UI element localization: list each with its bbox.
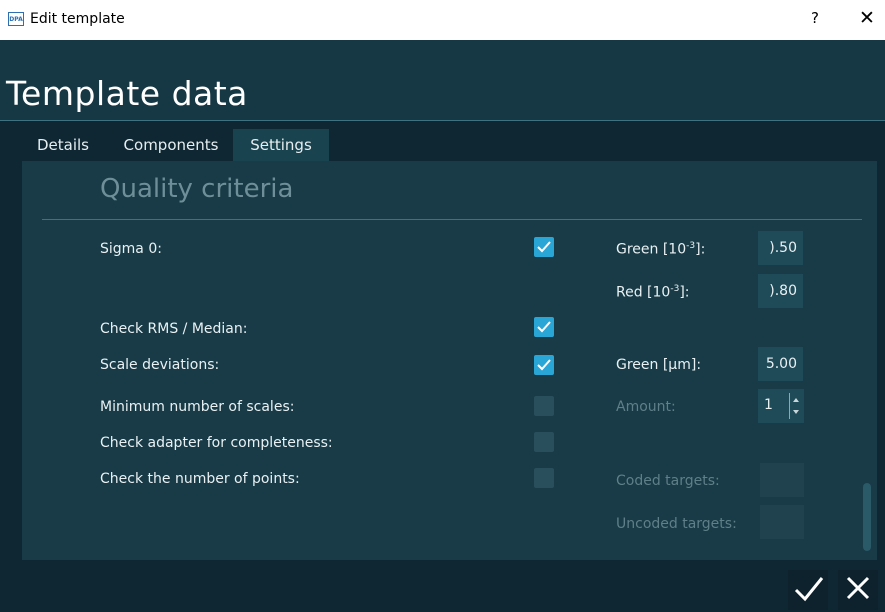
green-threshold-label: Green [10-3]: [616, 241, 705, 258]
check-points-checkbox[interactable] [534, 468, 554, 488]
help-button[interactable]: ? [805, 9, 825, 31]
spin-arrows[interactable] [789, 393, 800, 419]
check-points-label: Check the number of points: [100, 471, 300, 487]
red-label-exponent: -3 [670, 284, 680, 294]
green-label-exponent: -3 [686, 241, 696, 251]
amount-label: Amount: [616, 399, 676, 415]
tab-details[interactable]: Details [27, 129, 99, 161]
uncoded-targets-input[interactable] [760, 505, 804, 539]
scale-deviations-label: Scale deviations: [100, 357, 220, 373]
green-um-label: Green [µm]: [616, 357, 702, 373]
sigma0-label: Sigma 0: [100, 241, 162, 257]
uncoded-targets-label: Uncoded targets: [616, 516, 737, 532]
tab-components[interactable]: Components [109, 129, 233, 161]
red-label-prefix: Red [10 [616, 284, 671, 301]
amount-spinbox[interactable]: 1 [758, 389, 804, 423]
sigma0-checkbox[interactable] [534, 237, 554, 257]
spin-down-icon[interactable] [793, 410, 799, 414]
page-title: Template data [6, 74, 248, 113]
coded-targets-label: Coded targets: [616, 473, 720, 489]
red-label-suffix: ]: [679, 284, 690, 301]
green-threshold-input[interactable]: ).50 [758, 231, 803, 265]
spin-up-icon[interactable] [793, 398, 799, 402]
cancel-button[interactable] [838, 570, 878, 610]
check-icon [794, 577, 824, 602]
check-adapter-checkbox[interactable] [534, 432, 554, 452]
green-label-suffix: ]: [695, 241, 706, 258]
window-close-button[interactable]: ✕ [855, 7, 879, 31]
scale-deviations-checkbox[interactable] [534, 355, 554, 375]
check-rms-checkbox[interactable] [534, 317, 554, 337]
red-threshold-label: Red [10-3]: [616, 284, 690, 301]
check-rms-label: Check RMS / Median: [100, 321, 248, 337]
check-adapter-label: Check adapter for completeness: [100, 435, 333, 451]
coded-targets-input[interactable] [760, 463, 804, 497]
header: Template data [0, 40, 885, 121]
section-divider [42, 219, 862, 220]
ok-button[interactable] [788, 570, 828, 610]
app-logo: DPA [8, 12, 24, 26]
section-title: Quality criteria [100, 174, 294, 204]
check-icon [537, 321, 551, 333]
amount-value: 1 [764, 397, 773, 413]
min-scales-label: Minimum number of scales: [100, 399, 295, 415]
red-threshold-input[interactable]: ).80 [758, 274, 803, 308]
green-label-prefix: Green [10 [616, 241, 687, 258]
vertical-scrollbar[interactable] [863, 483, 871, 551]
check-icon [537, 241, 551, 253]
check-icon [537, 359, 551, 371]
window-titlebar: DPA Edit template ? ✕ [0, 0, 885, 40]
window-title: Edit template [30, 11, 125, 27]
tab-settings[interactable]: Settings [233, 129, 329, 161]
green-um-input[interactable]: 5.00 [758, 347, 803, 381]
min-scales-checkbox[interactable] [534, 396, 554, 416]
close-icon [846, 576, 870, 600]
